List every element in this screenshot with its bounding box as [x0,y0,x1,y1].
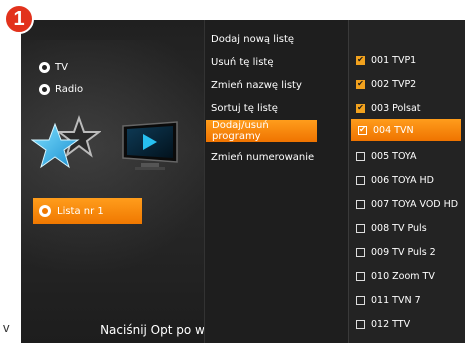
source-tv-label: TV [55,62,68,73]
menu-item-renumber[interactable]: Zmień numerowanie [205,146,349,168]
source-radio[interactable]: Radio [39,84,83,95]
checkbox-empty-icon[interactable] [356,295,365,305]
channel-item[interactable]: 008 TV Puls [349,217,465,239]
checkbox-checked-icon[interactable]: ✔ [356,103,365,113]
channel-item[interactable]: 007 TOYA VOD HD [349,193,465,215]
checkbox-empty-icon[interactable] [356,271,365,281]
menu-item-sort-list[interactable]: Sortuj tę listę [205,97,349,119]
channel-item[interactable]: ✔ 002 TVP2 [349,73,465,95]
channel-label: 011 TVN 7 [371,294,421,306]
channel-item[interactable]: 012 TTV [349,313,465,335]
tv-radio-icon [39,62,50,73]
checkbox-checked-icon[interactable]: ✔ [356,55,365,65]
checkbox-empty-icon[interactable] [356,247,365,257]
channel-label: 002 TVP2 [371,78,417,90]
channel-item[interactable]: 006 TOYA HD [349,169,465,191]
checkbox-empty-icon[interactable] [356,223,365,233]
channel-item[interactable]: 010 Zoom TV [349,265,465,287]
channel-label: 006 TOYA HD [371,174,434,186]
channel-item[interactable]: ✔ 001 TVP1 [349,49,465,71]
checkbox-empty-icon[interactable] [356,319,365,329]
channel-label: 005 TOYA [371,150,417,162]
channel-label: 004 TVN [373,124,414,136]
channel-label: 001 TVP1 [371,54,417,66]
channel-list-button[interactable]: Lista nr 1 [33,198,142,224]
menu-item-delete-list[interactable]: Usuń tę listę [205,51,349,73]
list-button-label: Lista nr 1 [57,205,104,217]
radio-radio-icon [39,84,50,95]
menu-item-add-remove-programs[interactable]: Dodaj/usuń programy [206,120,317,142]
left-panel: TV Radio Lista nr 1 Naciśnij Opt po więc… [21,20,265,343]
favorites-star-icon [31,115,101,169]
source-tv[interactable]: TV [39,62,68,73]
options-menu: Dodaj nową listę Usuń tę listę Zmień naz… [204,20,348,343]
channel-list-header [349,20,465,34]
checkbox-empty-icon[interactable] [356,151,365,161]
channel-item[interactable]: ✔ 003 Polsat [349,97,465,119]
channel-item[interactable]: 011 TVN 7 [349,289,465,311]
television-icon [122,121,178,170]
channel-item-selected[interactable]: ✔ 004 TVN [351,119,461,141]
channel-label: 007 TOYA VOD HD [371,198,459,210]
checkbox-empty-icon[interactable] [356,175,365,185]
source-radio-label: Radio [55,84,84,95]
channel-list: ✔ 001 TVP1 ✔ 002 TVP2 ✔ 003 Polsat ✔ 004… [348,20,465,343]
channel-label: 003 Polsat [371,102,421,114]
list-radio-icon [39,205,51,217]
checkbox-empty-icon[interactable] [356,199,365,209]
menu-item-rename-list[interactable]: Zmień nazwę listy [205,74,349,96]
channel-label: 009 TV Puls 2 [371,246,436,258]
checkbox-checked-icon[interactable]: ✔ [356,79,365,89]
step-number-badge: 1 [4,4,34,34]
menu-item-add-list[interactable]: Dodaj nową listę [205,28,349,50]
tv-screen: TV Radio Lista nr 1 Naciśnij Opt po więc… [21,20,465,343]
checkbox-checked-icon[interactable]: ✔ [358,125,367,135]
channel-label: 010 Zoom TV [371,270,435,282]
channel-item[interactable]: 009 TV Puls 2 [349,241,465,263]
channel-label: 012 TTV [371,318,411,330]
channel-item[interactable]: 005 TOYA [349,145,465,167]
edge-text: v [3,320,10,335]
channel-label: 008 TV Puls [371,222,427,234]
